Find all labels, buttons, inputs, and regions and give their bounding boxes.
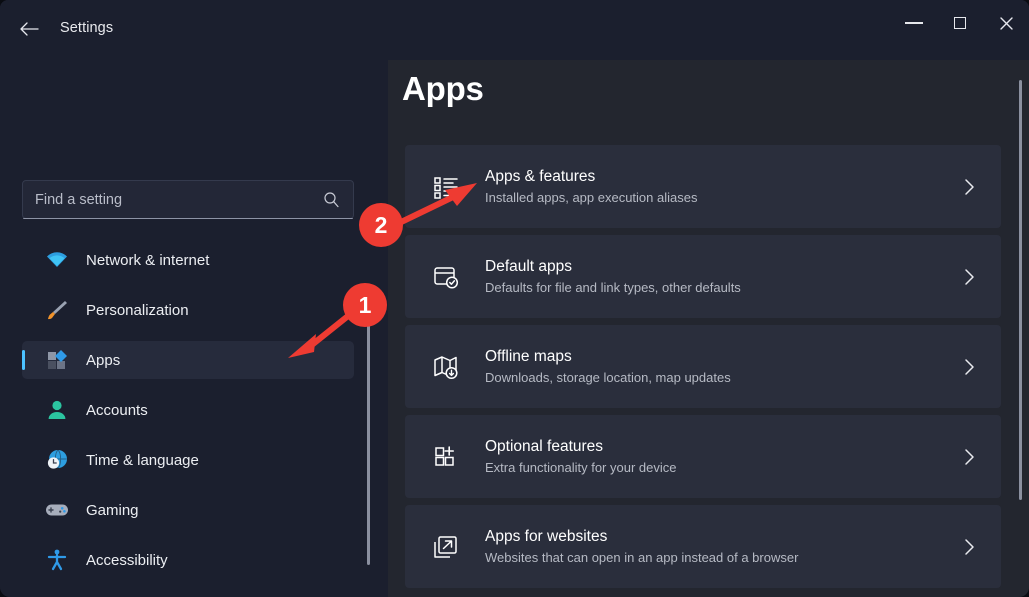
- person-icon: [44, 398, 70, 422]
- back-button[interactable]: [10, 12, 48, 46]
- chevron-right-icon[interactable]: [959, 448, 979, 466]
- chevron-right-icon[interactable]: [959, 268, 979, 286]
- card-title: Apps & features: [485, 168, 596, 185]
- back-arrow-icon: [20, 22, 39, 36]
- window-title: Settings: [60, 20, 114, 36]
- chevron-right-icon[interactable]: [959, 538, 979, 556]
- search-container: [22, 180, 354, 219]
- search-box[interactable]: [22, 180, 354, 219]
- search-input[interactable]: [35, 191, 321, 208]
- sidebar-item-label: Personalization: [86, 301, 189, 319]
- minimize-button[interactable]: [891, 0, 937, 46]
- main-scrollbar-thumb[interactable]: [1019, 80, 1022, 500]
- card-apps-for-websites[interactable]: Apps for websites Websites that can open…: [405, 505, 1001, 588]
- window-check-icon: [429, 260, 463, 294]
- card-text: Offline maps Downloads, storage location…: [485, 348, 959, 385]
- title-bar: Settings: [0, 0, 1029, 60]
- wifi-icon: [44, 248, 70, 272]
- maximize-icon: [954, 17, 966, 29]
- maximize-button[interactable]: [937, 0, 983, 46]
- close-icon: [999, 16, 1013, 30]
- card-subtitle: Installed apps, app execution aliases: [485, 190, 698, 205]
- close-button[interactable]: [983, 0, 1029, 46]
- card-text: Default apps Defaults for file and link …: [485, 258, 959, 295]
- sidebar-item-time-language[interactable]: Time & language: [22, 441, 354, 479]
- sidebar-item-label: Accessibility: [86, 551, 168, 569]
- gamepad-icon: [44, 498, 70, 522]
- sidebar-item-label: Gaming: [86, 501, 139, 519]
- external-link-icon: [429, 530, 463, 564]
- card-text: Apps for websites Websites that can open…: [485, 528, 959, 565]
- sidebar-item-label: Time & language: [86, 451, 199, 469]
- card-default-apps[interactable]: Default apps Defaults for file and link …: [405, 235, 1001, 318]
- card-text: Apps & features Installed apps, app exec…: [485, 168, 959, 205]
- annotation-badge-2: 2: [359, 203, 403, 247]
- clock-globe-icon: [44, 448, 70, 472]
- card-optional-features[interactable]: Optional features Extra functionality fo…: [405, 415, 1001, 498]
- annotation-badge-number: 2: [374, 211, 388, 238]
- chevron-right-icon[interactable]: [959, 358, 979, 376]
- settings-window: Settings Find a setting Network & intern…: [0, 0, 1029, 597]
- card-subtitle: Websites that can open in an app instead…: [485, 550, 799, 565]
- paintbrush-icon: [44, 298, 70, 322]
- card-subtitle: Extra functionality for your device: [485, 460, 677, 475]
- sidebar-item-label: Apps: [86, 351, 121, 369]
- card-subtitle: Downloads, storage location, map updates: [485, 370, 731, 385]
- annotation-badge-1: 1: [343, 283, 387, 327]
- search-icon: [321, 191, 341, 208]
- sidebar-item-gaming[interactable]: Gaming: [22, 491, 354, 529]
- annotation-badge-number: 1: [358, 291, 372, 318]
- card-text: Optional features Extra functionality fo…: [485, 438, 959, 475]
- main-content: Apps Apps & features Installed apps, app…: [388, 60, 1029, 597]
- accessibility-person-icon: [44, 548, 70, 572]
- minimize-icon: [905, 22, 923, 24]
- card-title: Default apps: [485, 258, 573, 275]
- grid-plus-icon: [429, 440, 463, 474]
- main-scrollbar[interactable]: [1019, 80, 1022, 585]
- page-title: Apps: [402, 70, 484, 107]
- sidebar-item-accounts[interactable]: Accounts: [22, 391, 354, 429]
- apps-grid-icon: [44, 348, 70, 372]
- card-title: Apps for websites: [485, 528, 608, 545]
- card-offline-maps[interactable]: Offline maps Downloads, storage location…: [405, 325, 1001, 408]
- sidebar-item-label: Network & internet: [86, 251, 210, 269]
- card-subtitle: Defaults for file and link types, other …: [485, 280, 741, 295]
- card-title: Optional features: [485, 438, 604, 455]
- map-download-icon: [429, 350, 463, 384]
- card-title: Offline maps: [485, 348, 572, 365]
- window-controls: [891, 0, 1029, 46]
- sidebar-item-network-internet[interactable]: Network & internet: [22, 241, 354, 279]
- sidebar-item-label: Accounts: [86, 401, 148, 419]
- chevron-right-icon[interactable]: [959, 178, 979, 196]
- sidebar-item-accessibility[interactable]: Accessibility: [22, 541, 354, 579]
